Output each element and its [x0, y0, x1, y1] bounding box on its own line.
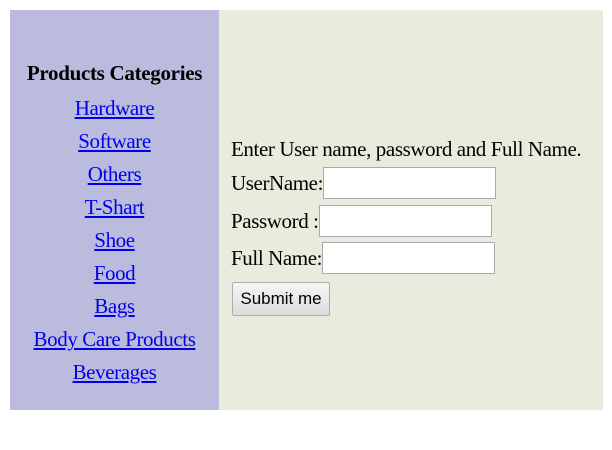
- category-item: Food: [10, 259, 219, 292]
- category-item: Shoe: [10, 226, 219, 259]
- main-content: Enter User name, password and Full Name.…: [219, 10, 603, 410]
- category-list: Hardware Software Others T-Shart Shoe Fo…: [10, 94, 219, 391]
- category-link-bags[interactable]: Bags: [94, 294, 135, 318]
- category-link-others[interactable]: Others: [88, 162, 142, 186]
- sidebar-title: Products Categories: [26, 61, 203, 85]
- submit-button[interactable]: Submit me: [232, 282, 330, 316]
- category-link-body-care-products[interactable]: Body Care Products: [34, 327, 196, 351]
- password-row: Password :: [231, 203, 492, 239]
- category-link-hardware[interactable]: Hardware: [75, 96, 155, 120]
- category-item: Others: [10, 160, 219, 193]
- username-input[interactable]: [323, 167, 497, 199]
- password-label: Password :: [231, 208, 319, 233]
- category-item: T-Shart: [10, 193, 219, 226]
- username-label: UserName:: [231, 170, 324, 195]
- category-item: Beverages: [10, 358, 219, 391]
- password-input[interactable]: [318, 205, 492, 237]
- fullname-label: Full Name:: [231, 245, 323, 270]
- username-row: UserName:: [231, 165, 497, 201]
- category-link-t-shart[interactable]: T-Shart: [85, 195, 145, 219]
- category-item: Hardware: [10, 94, 219, 127]
- fullname-input[interactable]: [322, 242, 496, 274]
- category-item: Body Care Products: [10, 325, 219, 358]
- category-link-shoe[interactable]: Shoe: [94, 228, 135, 252]
- category-link-beverages[interactable]: Beverages: [73, 360, 157, 384]
- fullname-row: Full Name:: [231, 240, 496, 276]
- category-link-food[interactable]: Food: [94, 261, 136, 285]
- category-item: Software: [10, 127, 219, 160]
- form-instructions: Enter User name, password and Full Name.: [231, 137, 582, 161]
- category-link-software[interactable]: Software: [78, 129, 151, 153]
- sidebar: Products Categories Hardware Software Ot…: [10, 10, 219, 410]
- category-item: Bags: [10, 292, 219, 325]
- page: Products Categories Hardware Software Ot…: [0, 0, 612, 450]
